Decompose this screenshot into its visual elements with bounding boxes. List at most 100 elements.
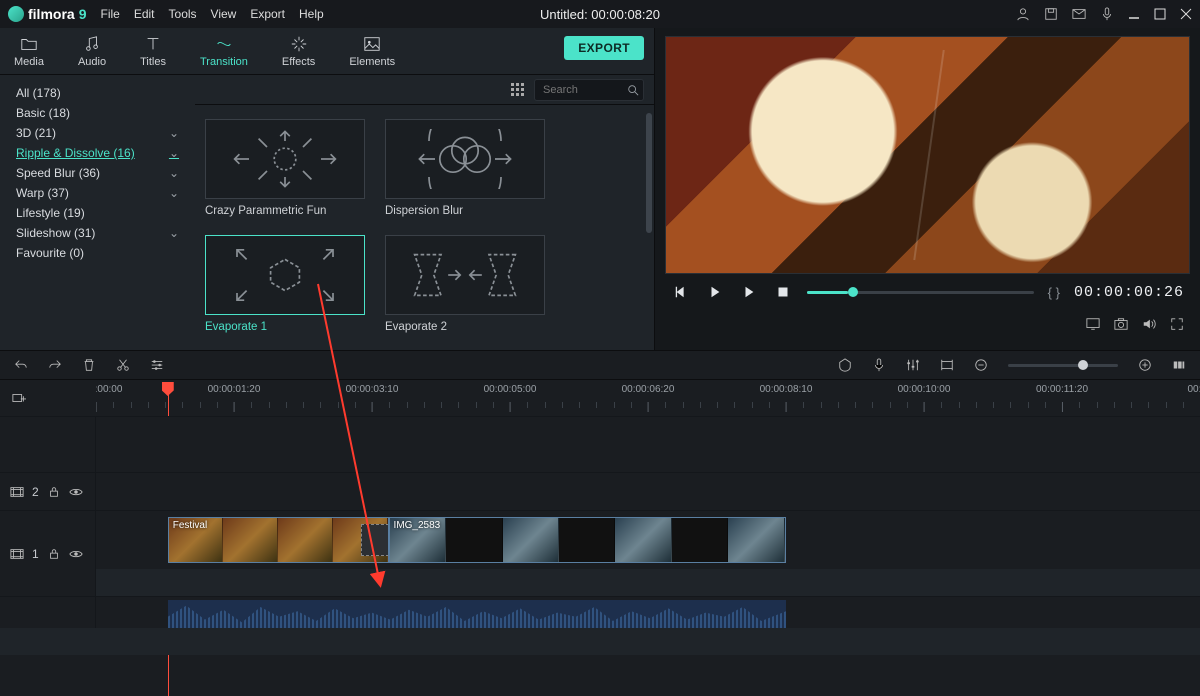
chevron-down-icon: ⌄: [169, 126, 179, 140]
clip-thumbnails: [390, 518, 785, 562]
track-body-v1[interactable]: Festival IMG_2583: [96, 511, 1200, 569]
menu-export[interactable]: Export: [250, 7, 285, 21]
app-version: 9: [79, 6, 87, 22]
render-icon[interactable]: [940, 358, 954, 372]
zoom-in-icon[interactable]: [1138, 358, 1152, 372]
zoom-slider[interactable]: [1008, 364, 1118, 367]
undo-icon[interactable]: [14, 358, 28, 372]
library-tabs: Media Audio Titles Transition Effects El…: [0, 28, 654, 74]
track-body-spacer[interactable]: [96, 417, 1200, 472]
track-head-spacer: [0, 417, 96, 472]
menu-view[interactable]: View: [211, 7, 237, 21]
preview-timecode: 00:00:00:26: [1074, 284, 1184, 301]
maximize-button[interactable]: [1154, 8, 1166, 20]
split-icon[interactable]: [116, 358, 130, 372]
timeline-tracks: 2 1 Festival IMG_2583: [0, 416, 1200, 655]
menu-help[interactable]: Help: [299, 7, 324, 21]
track-label: 2: [32, 485, 39, 499]
transition-thumb[interactable]: Evaporate 2: [385, 235, 545, 333]
category-item[interactable]: Speed Blur (36)⌄: [6, 163, 189, 183]
preview-controls: { } 00:00:00:26: [665, 274, 1190, 310]
redo-icon[interactable]: [48, 358, 62, 372]
ruler-tick: 00:00:06:20: [622, 384, 675, 395]
track-body-audio[interactable]: [96, 597, 1200, 628]
tab-audio[interactable]: Audio: [78, 34, 106, 68]
preview-sub-controls: [665, 310, 1190, 338]
play-forward-button[interactable]: [739, 282, 759, 302]
ruler-tick: 00:00:10:00: [898, 384, 951, 395]
account-icon[interactable]: [1016, 7, 1030, 21]
close-button[interactable]: [1180, 8, 1192, 20]
category-item[interactable]: Slideshow (31)⌄: [6, 223, 189, 243]
tab-elements[interactable]: Elements: [349, 34, 395, 68]
clip-festival[interactable]: Festival: [168, 517, 389, 563]
category-item[interactable]: 3D (21)⌄: [6, 123, 189, 143]
tab-transition[interactable]: Transition: [200, 34, 248, 68]
tab-media[interactable]: Media: [14, 34, 44, 68]
category-item[interactable]: Lifestyle (19): [6, 203, 189, 223]
play-button[interactable]: [705, 282, 725, 302]
timeline-toolbar: [0, 350, 1200, 380]
mic-icon[interactable]: [1100, 7, 1114, 21]
add-track-icon[interactable]: [12, 391, 26, 405]
chevron-down-icon: ⌄: [169, 226, 179, 240]
zoom-fit-icon[interactable]: [1172, 358, 1186, 372]
menu-tools[interactable]: Tools: [169, 7, 197, 21]
voiceover-icon[interactable]: [872, 358, 886, 372]
category-item[interactable]: All (178): [6, 83, 189, 103]
category-item[interactable]: Favourite (0): [6, 243, 189, 263]
minimize-button[interactable]: [1128, 8, 1140, 20]
adjust-icon[interactable]: [150, 358, 164, 372]
tab-titles[interactable]: Titles: [140, 34, 166, 68]
prev-frame-button[interactable]: [671, 282, 691, 302]
grid-scrollbar[interactable]: [646, 113, 652, 233]
display-settings-icon[interactable]: [1086, 317, 1100, 331]
fullscreen-icon[interactable]: [1170, 317, 1184, 331]
track-body-v2[interactable]: [96, 473, 1200, 510]
delete-icon[interactable]: [82, 358, 96, 372]
transition-preview: [205, 235, 365, 315]
playback-slider[interactable]: [807, 291, 1034, 294]
clip-label: Festival: [173, 520, 207, 531]
audio-waveform[interactable]: [168, 600, 786, 628]
snapshot-icon[interactable]: [1114, 317, 1128, 331]
ruler-tick: 00:00:01:20: [208, 384, 261, 395]
transition-label: Dispersion Blur: [385, 205, 545, 217]
transition-thumb[interactable]: Dispersion Blur: [385, 119, 545, 217]
category-item-selected[interactable]: Ripple & Dissolve (16)⌄: [6, 143, 189, 163]
timeline-ruler[interactable]: 00:00:00:0000:00:01:2000:00:03:1000:00:0…: [96, 380, 1200, 416]
menu-edit[interactable]: Edit: [134, 7, 155, 21]
preview-viewport[interactable]: [665, 36, 1190, 274]
marker-icon[interactable]: [838, 358, 852, 372]
transition-preview: [385, 119, 545, 199]
category-item[interactable]: Basic (18): [6, 103, 189, 123]
image-icon: [362, 34, 382, 54]
eye-icon[interactable]: [69, 485, 83, 499]
logo-icon: [8, 6, 24, 22]
markers-label[interactable]: { }: [1048, 285, 1060, 300]
mixer-icon[interactable]: [906, 358, 920, 372]
export-button[interactable]: EXPORT: [564, 36, 644, 60]
category-item[interactable]: Warp (37)⌄: [6, 183, 189, 203]
transition-drop-marker[interactable]: [361, 524, 389, 556]
clip-img2583[interactable]: IMG_2583: [389, 517, 786, 563]
save-icon[interactable]: [1044, 7, 1058, 21]
zoom-out-icon[interactable]: [974, 358, 988, 372]
tab-effects[interactable]: Effects: [282, 34, 315, 68]
transition-thumb[interactable]: Crazy Parammetric Fun: [205, 119, 365, 217]
track-head-audio: [0, 597, 96, 628]
menu-file[interactable]: File: [100, 7, 119, 21]
ruler-tick: 00:00:11:20: [1036, 384, 1088, 395]
transition-thumb-selected[interactable]: Evaporate 1: [205, 235, 365, 333]
mail-icon[interactable]: [1072, 7, 1086, 21]
transition-preview: [385, 235, 545, 315]
transition-grid-area: Crazy Parammetric Fun Dispersion Blur Ev…: [195, 75, 654, 350]
stop-button[interactable]: [773, 282, 793, 302]
volume-icon[interactable]: [1142, 317, 1156, 331]
grid-view-icon[interactable]: [511, 83, 524, 96]
search-icon: [627, 84, 639, 99]
track-label: 1: [32, 547, 39, 561]
lock-icon[interactable]: [47, 485, 61, 499]
eye-icon[interactable]: [69, 547, 83, 561]
lock-icon[interactable]: [47, 547, 61, 561]
